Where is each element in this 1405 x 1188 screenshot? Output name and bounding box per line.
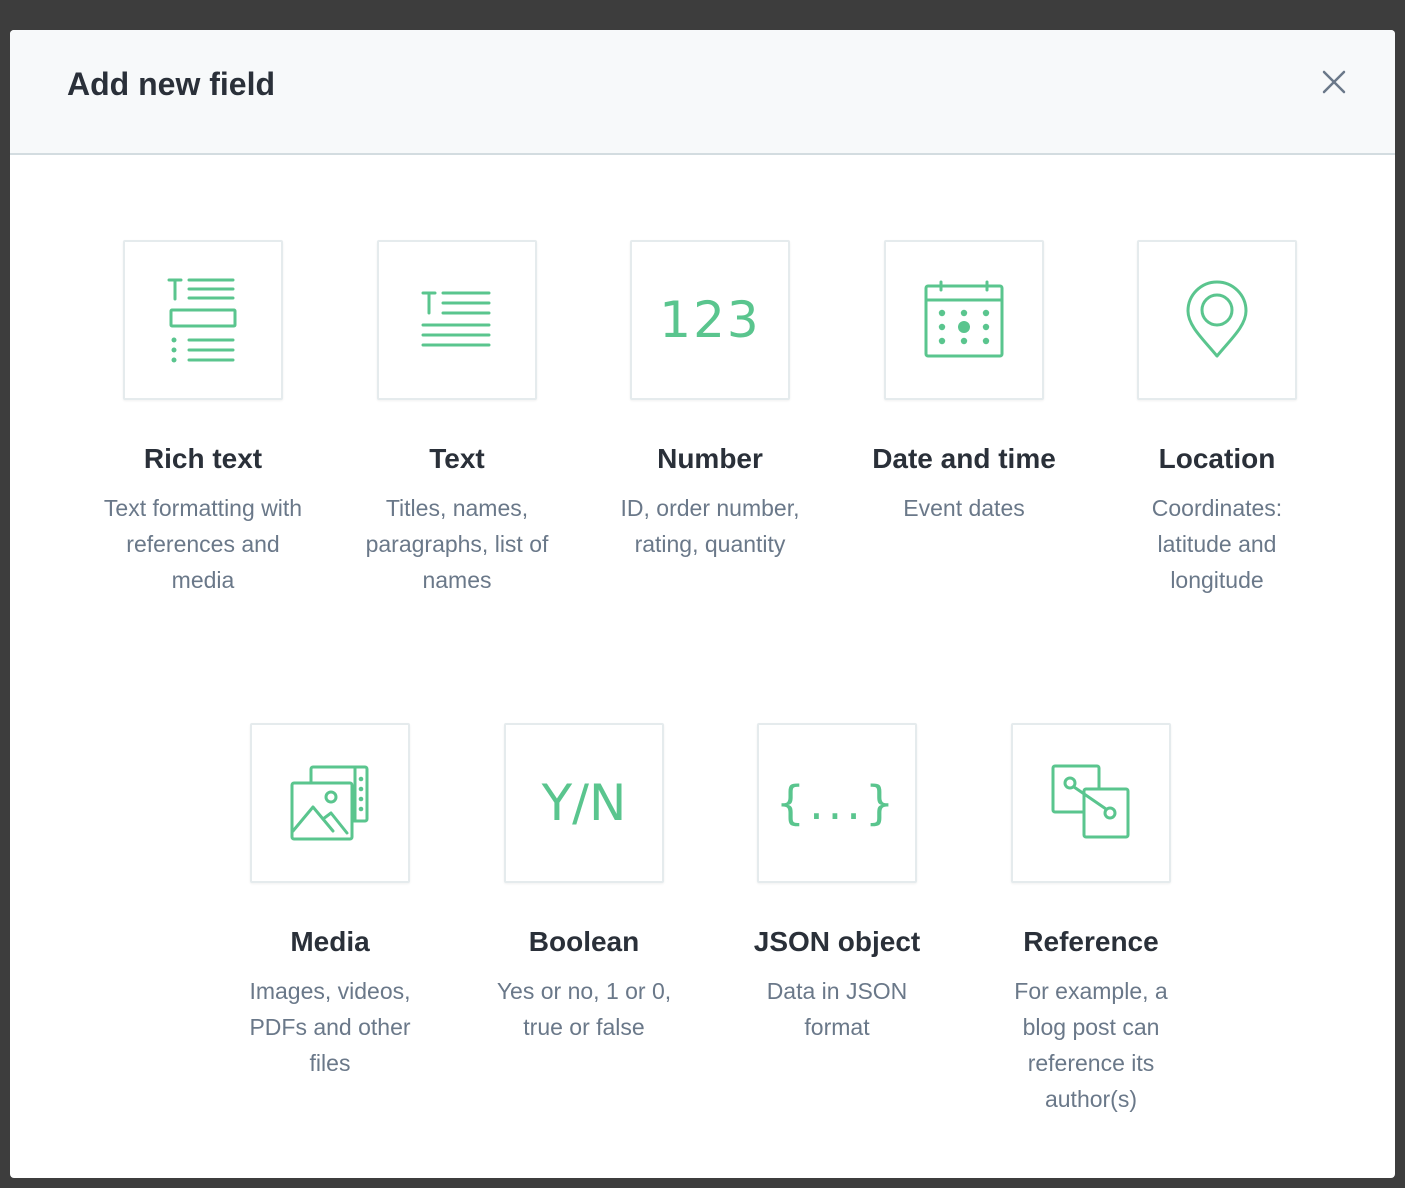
- text-icon: [421, 291, 491, 347]
- field-type-json-object[interactable]: {...} JSON object Data in JSON format: [737, 723, 937, 1045]
- field-type-reference[interactable]: Reference For example, a blog post can r…: [991, 723, 1191, 1117]
- field-icon-box: [123, 240, 283, 400]
- field-type-media[interactable]: Media Images, videos, PDFs and other fil…: [230, 723, 430, 1081]
- reference-icon: [1051, 764, 1130, 839]
- location-pin-icon: [1186, 280, 1248, 358]
- field-icon-box: [1137, 240, 1297, 400]
- boolean-icon: Y/N: [541, 774, 627, 832]
- field-name: Reference: [1023, 926, 1159, 957]
- field-name: Boolean: [528, 926, 640, 957]
- field-description: Yes or no, 1 or 0, true or false: [496, 978, 672, 1040]
- rich-text-icon: [167, 278, 237, 363]
- field-icon-box: 123: [630, 240, 790, 400]
- field-name: Location: [1158, 443, 1276, 474]
- field-type-location[interactable]: Location Coordinates: latitude and longi…: [1117, 240, 1317, 598]
- modal-header: Add new field: [10, 30, 1395, 155]
- field-icon-box: [377, 240, 537, 400]
- field-name: Rich text: [143, 443, 263, 474]
- add-field-modal: Add new field Rich text Text formatting …: [10, 30, 1395, 1178]
- field-description: Text formatting with references and medi…: [103, 495, 303, 593]
- field-type-date-and-time[interactable]: Date and time Event dates: [864, 240, 1064, 526]
- field-name: Media: [290, 926, 370, 957]
- close-icon: [1322, 70, 1346, 94]
- field-description: Titles, names, paragraphs, list of names: [365, 495, 549, 593]
- media-icon: [290, 765, 369, 841]
- calendar-icon: [924, 280, 1004, 358]
- json-icon: {...}: [775, 776, 899, 830]
- field-type-rich-text[interactable]: Rich text Text formatting with reference…: [103, 240, 303, 598]
- field-type-boolean[interactable]: Y/N Boolean Yes or no, 1 or 0, true or f…: [484, 723, 684, 1045]
- field-icon-box: [250, 723, 410, 883]
- field-type-number[interactable]: 123 Number ID, order number, rating, qua…: [610, 240, 810, 562]
- field-name: JSON object: [753, 926, 921, 957]
- field-icon-box: [1011, 723, 1171, 883]
- field-name: Number: [657, 443, 763, 474]
- field-icon-box: Y/N: [504, 723, 664, 883]
- field-description: Data in JSON format: [766, 978, 908, 1040]
- field-description: For example, a blog post can reference i…: [1014, 978, 1168, 1112]
- field-description: Coordinates: latitude and longitude: [1151, 495, 1283, 593]
- field-type-text[interactable]: Text Titles, names, paragraphs, list of …: [357, 240, 557, 598]
- field-icon-box: {...}: [757, 723, 917, 883]
- field-name: Text: [429, 443, 485, 474]
- modal-title: Add new field: [67, 66, 275, 102]
- field-description: Images, videos, PDFs and other files: [249, 978, 411, 1076]
- field-name: Date and time: [872, 443, 1056, 474]
- number-icon: 123: [659, 291, 761, 349]
- close-button[interactable]: [1314, 62, 1354, 102]
- field-icon-box: [884, 240, 1044, 400]
- field-description: ID, order number, rating, quantity: [620, 495, 800, 557]
- field-description: Event dates: [903, 495, 1025, 521]
